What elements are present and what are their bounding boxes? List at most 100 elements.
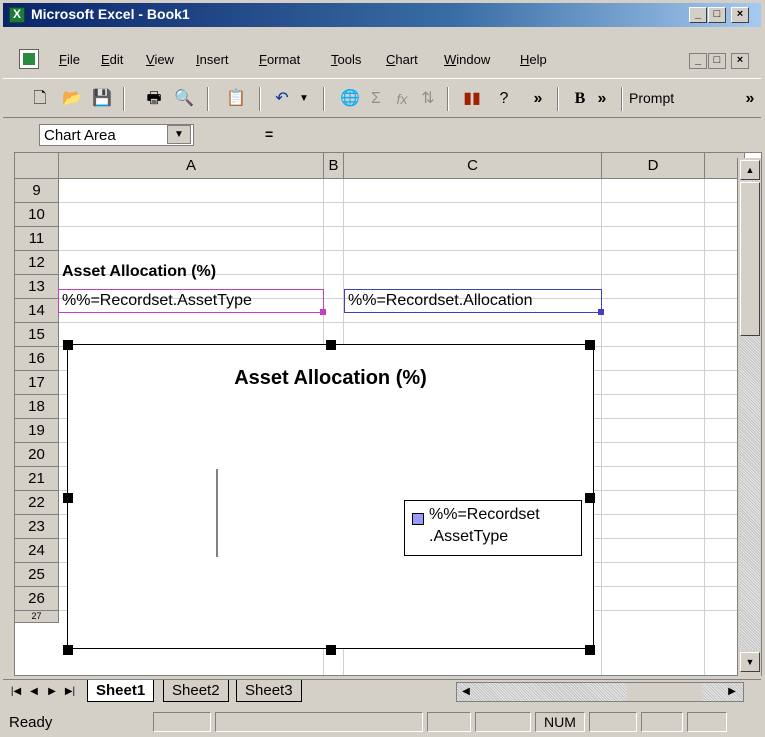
cell-a12[interactable]: Asset Allocation (%) [62, 263, 216, 281]
resize-handle-bottom[interactable] [326, 645, 336, 655]
row-header-25[interactable]: 25 [15, 563, 59, 587]
chart-title[interactable]: Asset Allocation (%) [68, 367, 593, 390]
excel-app-icon[interactable] [9, 7, 25, 23]
paste-icon[interactable]: 📋 [225, 88, 247, 110]
scroll-thumb[interactable] [740, 182, 760, 336]
gridline [704, 179, 705, 675]
menu-window[interactable]: Window [444, 52, 490, 67]
resize-handle-top-right[interactable] [585, 340, 595, 350]
sheet-tab-2[interactable]: Sheet2 [163, 680, 229, 702]
function-icon[interactable]: fx [391, 88, 413, 110]
column-header-d[interactable]: D [602, 153, 705, 179]
undo-dropdown-icon[interactable]: ▼ [293, 88, 315, 110]
toolbar-more-icon[interactable]: » [527, 88, 549, 110]
print-preview-icon[interactable]: 🔍 [173, 88, 195, 110]
status-panel [589, 712, 637, 732]
row-header-19[interactable]: 19 [15, 419, 59, 443]
resize-handle-top[interactable] [326, 340, 336, 350]
row-header-15[interactable]: 15 [15, 323, 59, 347]
row-header-22[interactable]: 22 [15, 491, 59, 515]
row-header-12[interactable]: 12 [15, 251, 59, 275]
status-bar: Ready NUM [3, 710, 761, 734]
status-panel [153, 712, 211, 732]
undo-icon[interactable]: ↶ [271, 88, 293, 110]
scroll-down-icon[interactable]: ▼ [740, 652, 760, 672]
hyperlink-icon[interactable]: 🌐 [339, 88, 361, 110]
scroll-left-icon[interactable]: ◀ [457, 683, 475, 701]
row-header-13[interactable]: 13 [15, 275, 59, 299]
row-header-14[interactable]: 14 [15, 299, 59, 323]
menu-view[interactable]: View [146, 52, 174, 67]
horizontal-scrollbar[interactable]: ◀ ▶ [456, 682, 744, 702]
menu-insert[interactable]: Insert [196, 52, 229, 67]
new-icon[interactable]: 🗋 [29, 88, 51, 110]
autosum-icon[interactable]: Σ [365, 88, 387, 110]
doc-restore-button[interactable]: □ [708, 53, 726, 69]
row-header-9[interactable]: 9 [15, 179, 59, 203]
resize-handle-right[interactable] [585, 493, 595, 503]
scroll-right-icon[interactable]: ▶ [723, 683, 741, 701]
formatting-more-icon[interactable]: » [591, 88, 613, 110]
sort-icon[interactable]: ⇅ [417, 88, 439, 110]
column-header-c[interactable]: C [344, 153, 602, 179]
row-header-17[interactable]: 17 [15, 371, 59, 395]
save-icon[interactable]: 💾 [91, 88, 113, 110]
prompt-button[interactable]: Prompt [629, 90, 674, 106]
prompt-more-icon[interactable]: » [739, 88, 761, 110]
fill-handle[interactable] [320, 309, 326, 315]
maximize-button[interactable]: □ [708, 7, 726, 23]
menu-format[interactable]: Format [259, 52, 300, 67]
column-header-b[interactable]: B [324, 153, 344, 179]
chart-legend[interactable]: %%=Recordset .AssetType [404, 500, 582, 556]
gridline [59, 322, 739, 323]
resize-handle-left[interactable] [63, 493, 73, 503]
last-sheet-icon[interactable]: ▶| [61, 683, 79, 701]
doc-minimize-button[interactable]: _ [689, 53, 707, 69]
sheet-tab-1[interactable]: Sheet1 [87, 680, 155, 702]
resize-handle-bottom-left[interactable] [63, 645, 73, 655]
sheet-tab-3[interactable]: Sheet3 [236, 680, 302, 702]
menu-help[interactable]: Help [520, 52, 547, 67]
minimize-button[interactable]: _ [689, 7, 707, 23]
menu-edit[interactable]: Edit [101, 52, 123, 67]
formula-input[interactable] [283, 124, 761, 146]
close-button[interactable]: × [731, 7, 749, 23]
cell-c13[interactable]: %%=Recordset.Allocation [344, 289, 602, 313]
bold-icon[interactable]: B [569, 88, 591, 110]
first-sheet-icon[interactable]: |◀ [7, 683, 25, 701]
menu-chart[interactable]: Chart [386, 52, 418, 67]
horizontal-scroll-thumb[interactable] [627, 683, 702, 701]
row-header-26[interactable]: 26 [15, 587, 59, 611]
status-panel [215, 712, 423, 732]
row-header-18[interactable]: 18 [15, 395, 59, 419]
menu-file[interactable]: File [59, 52, 80, 67]
vertical-scrollbar[interactable]: ▲ ▼ [737, 158, 761, 676]
row-header-27[interactable]: 27 [15, 611, 59, 623]
chart-wizard-icon[interactable]: ▮▮ [461, 88, 483, 110]
name-box-dropdown-icon[interactable]: ▼ [167, 125, 191, 144]
row-header-10[interactable]: 10 [15, 203, 59, 227]
resize-handle-bottom-right[interactable] [585, 645, 595, 655]
resize-handle-top-left[interactable] [63, 340, 73, 350]
column-header-a[interactable]: A [59, 153, 324, 179]
row-header-16[interactable]: 16 [15, 347, 59, 371]
row-header-20[interactable]: 20 [15, 443, 59, 467]
help-icon[interactable]: ? [493, 88, 515, 110]
row-header-21[interactable]: 21 [15, 467, 59, 491]
menu-tools[interactable]: Tools [331, 52, 361, 67]
doc-close-button[interactable]: × [731, 53, 749, 69]
scroll-up-icon[interactable]: ▲ [740, 160, 760, 180]
row-header-11[interactable]: 11 [15, 227, 59, 251]
row-header-24[interactable]: 24 [15, 539, 59, 563]
workbook-icon[interactable] [19, 49, 39, 69]
fill-handle[interactable] [598, 309, 604, 315]
prev-sheet-icon[interactable]: ◀ [25, 683, 43, 701]
worksheet-grid[interactable]: A B C D 9 10 11 12 13 14 15 16 17 18 19 … [14, 152, 762, 676]
cell-a13[interactable]: %%=Recordset.AssetType [58, 289, 324, 313]
open-icon[interactable]: 📂 [61, 88, 83, 110]
row-header-23[interactable]: 23 [15, 515, 59, 539]
select-all-corner[interactable] [15, 153, 59, 179]
print-icon[interactable]: 🖶 [143, 88, 165, 110]
next-sheet-icon[interactable]: ▶ [43, 683, 61, 701]
chart-area[interactable]: Asset Allocation (%) %%=Recordset .Asset… [63, 340, 595, 655]
